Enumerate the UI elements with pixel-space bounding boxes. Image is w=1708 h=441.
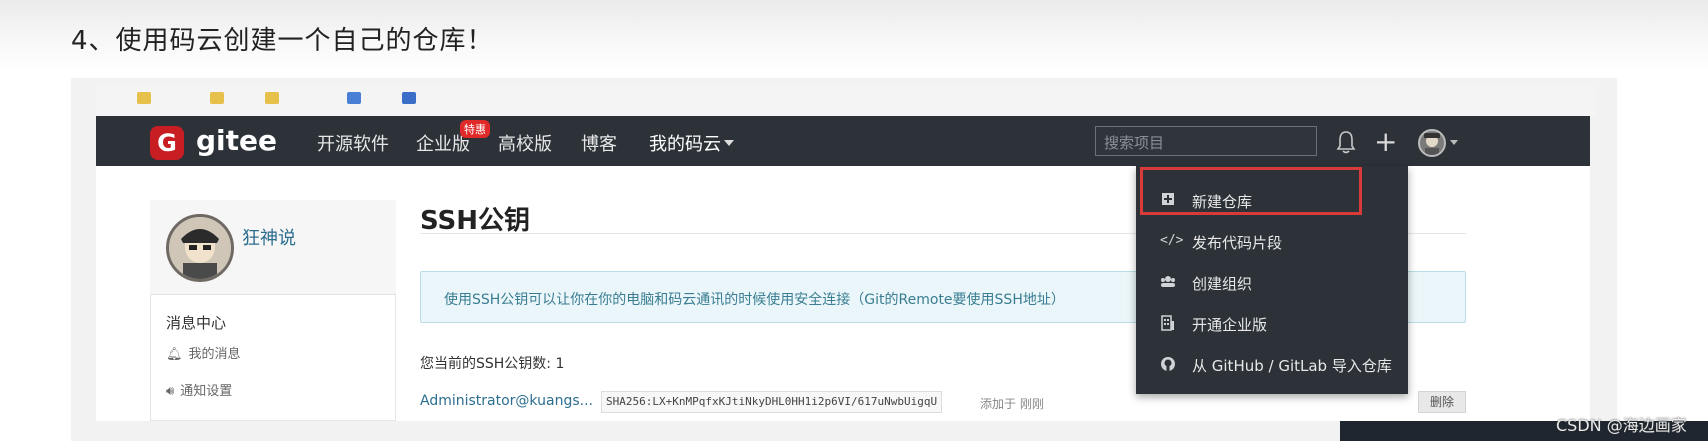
ssh-key-fingerprint: SHA256:LX+KnMPqfxKJtiNkyDHL0HH1i2p6VI/61… (601, 391, 943, 413)
nav-link-education[interactable]: 高校版 (498, 130, 552, 156)
bell-icon: 🔔︎ (166, 347, 183, 362)
gitee-logo-icon[interactable]: G (150, 126, 184, 160)
delete-button[interactable]: 删除 (1418, 391, 1466, 413)
code-icon: </> (1160, 233, 1184, 248)
article-heading: 4、使用码云创建一个自己的仓库！ (71, 26, 494, 56)
avatar[interactable] (1418, 129, 1446, 157)
bookmark-site-icon (402, 92, 416, 104)
ssh-key-added-note: 添加于 刚刚 (980, 397, 1044, 411)
plus-icon[interactable]: + (1374, 128, 1397, 156)
sidebar-section-title: 消息中心 (166, 314, 227, 332)
bell-icon[interactable] (1335, 129, 1357, 155)
chevron-down-icon[interactable] (1450, 140, 1458, 145)
hot-badge: 特惠 (460, 120, 490, 138)
sidebar-item-label: 我的消息 (188, 347, 241, 362)
sidebar-item-notification-settings[interactable]: 🔊︎ 通知设置 (166, 380, 232, 399)
nav-link-open-source[interactable]: 开源软件 (317, 130, 389, 156)
menu-item-label: 发布代码片段 (1192, 234, 1283, 252)
nav-link-blog[interactable]: 博客 (581, 130, 617, 156)
profile-username[interactable]: 狂神说 (242, 224, 296, 250)
nav-link-my-gitee[interactable]: 我的码云 (649, 130, 721, 156)
browser-bookmarks-strip (96, 86, 1596, 116)
page-title: SSH公钥 (420, 206, 531, 236)
ssh-key-count: 您当前的SSH公钥数: 1 (420, 356, 565, 372)
logo-text[interactable]: gitee (196, 124, 277, 157)
menu-item-label: 开通企业版 (1192, 316, 1268, 334)
highlight-annotation (1140, 167, 1362, 215)
menu-item-enterprise[interactable]: 开通企业版 (1136, 303, 1408, 345)
chevron-down-icon (724, 140, 734, 146)
profile-avatar[interactable] (166, 214, 234, 282)
bookmark-folder-icon (137, 92, 151, 104)
menu-item-label: 从 GitHub / GitLab 导入仓库 (1192, 357, 1392, 375)
group-icon (1160, 274, 1176, 290)
github-icon (1160, 356, 1176, 372)
sidebar-item-my-messages[interactable]: 🔔︎ 我的消息 (166, 343, 241, 362)
bookmark-folder-icon (210, 92, 224, 104)
bookmark-folder-icon (265, 92, 279, 104)
search-input[interactable]: 搜索项目 (1095, 126, 1317, 156)
menu-item-publish-snippet[interactable]: </> 发布代码片段 (1136, 221, 1408, 263)
menu-item-create-org[interactable]: 创建组织 (1136, 262, 1408, 304)
ssh-key-title[interactable]: Administrator@kuangs... (420, 393, 593, 409)
sidebar-item-label: 通知设置 (180, 384, 233, 399)
building-icon (1160, 315, 1176, 331)
watermark: CSDN @海边画家 (1556, 416, 1687, 435)
info-alert-text: 使用SSH公钥可以让你在你的电脑和码云通讯的时候使用安全连接（Git的Remot… (444, 292, 1065, 308)
speaker-icon: 🔊︎ (166, 384, 175, 399)
menu-item-label: 创建组织 (1192, 275, 1253, 293)
bookmark-site-icon (347, 92, 361, 104)
menu-item-import-repo[interactable]: 从 GitHub / GitLab 导入仓库 (1136, 344, 1408, 386)
